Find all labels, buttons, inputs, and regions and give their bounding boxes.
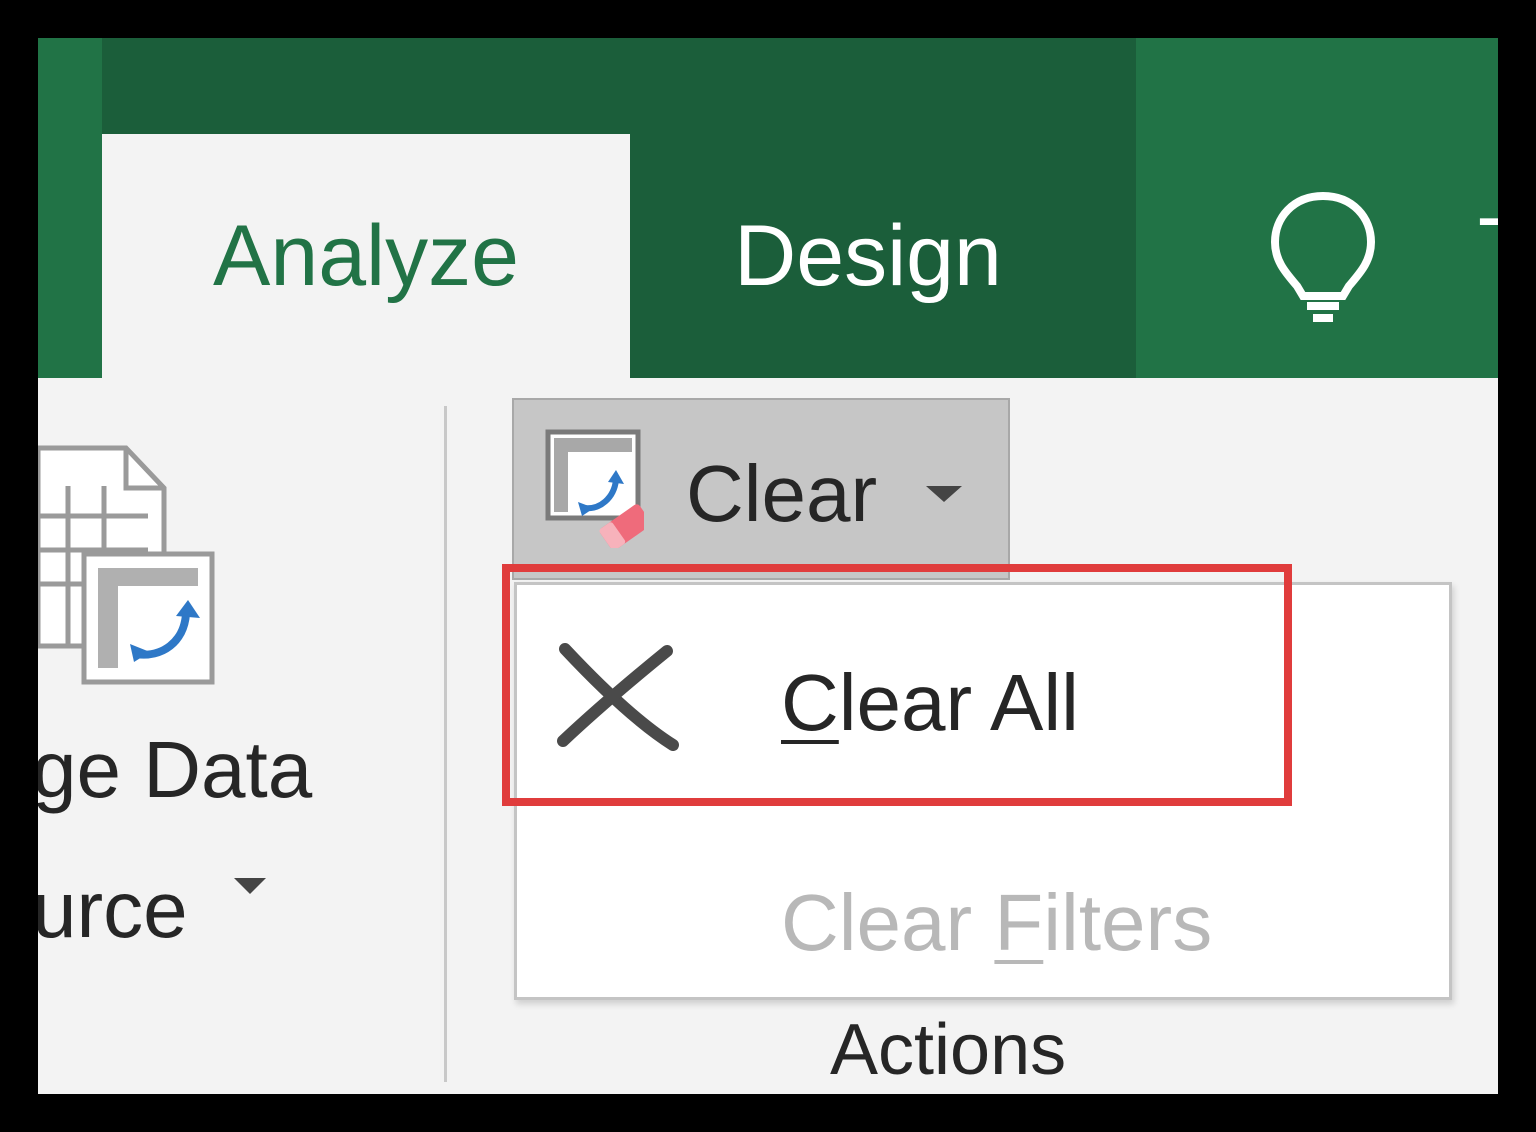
tab-analyze-label: Analyze [213,207,519,304]
ribbon-tab-bar: Analyze Design T [38,38,1498,378]
clear-eraser-icon [545,429,644,548]
menu-item-clear-filters-label: Clear Filters [781,883,1212,963]
tab-analyze[interactable]: Analyze [102,134,630,378]
clear-filters-label-pre: Clear [781,878,995,967]
change-data-source-icon [38,445,215,685]
change-source-label-line2: urce [38,865,188,954]
actions-group-label: Actions [830,1010,1067,1090]
clear-button[interactable]: Clear [512,398,1010,580]
menu-item-clear-filters[interactable]: Clear Filters [517,799,1449,999]
tab-bar-left-strip [38,38,102,378]
tell-me-label-partial[interactable]: T [1478,206,1498,292]
change-source-label-line1: ge Data [38,725,313,814]
excel-ribbon-screen: Analyze Design T [38,38,1498,1094]
group-divider [444,406,447,1082]
clear-all-highlight-box [502,564,1292,806]
clear-button-label: Clear [686,449,878,538]
tab-design-label: Design [734,207,1002,304]
clear-filters-accelerator: F [994,878,1044,967]
chevron-down-icon[interactable] [234,878,266,894]
lightbulb-icon[interactable] [1263,186,1383,326]
tab-design[interactable]: Design [678,134,1058,378]
chevron-down-icon [926,486,962,502]
clear-filters-label-post: ilters [1043,878,1213,967]
